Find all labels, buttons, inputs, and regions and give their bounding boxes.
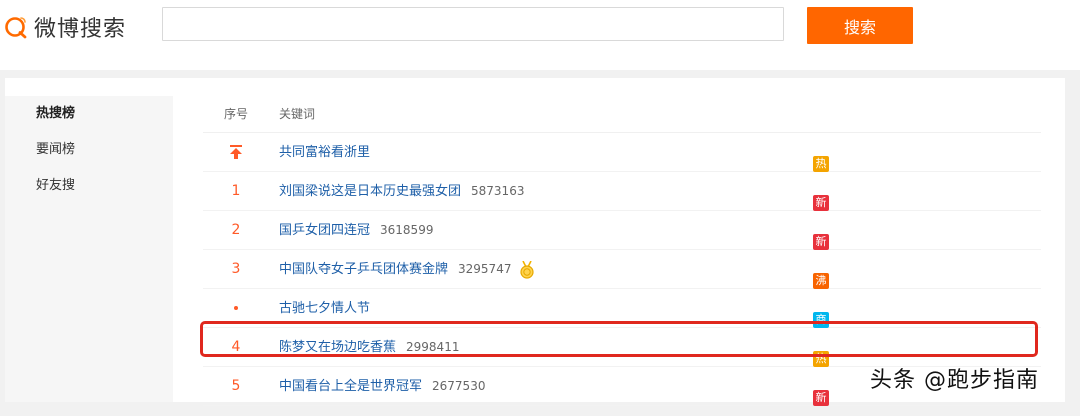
rank-number: 3 [231, 261, 241, 277]
new-badge: 新 [813, 390, 829, 406]
watermark: 头条 @跑步指南 [870, 368, 1039, 393]
search-logo-icon [5, 17, 27, 39]
sidebar: 热搜榜 要闻榜 好友搜 [5, 96, 173, 402]
keyword-link[interactable]: 中国看台上全是世界冠军 [279, 379, 422, 394]
rank-number: 4 [231, 339, 241, 355]
rank-number: 1 [231, 183, 241, 199]
hot-search-table: 序号 关键词 共同富裕看浙里 热 1 刘国梁说这是日本历史最强女团 5873163 [203, 96, 1041, 406]
search-count: 2998411 [406, 340, 460, 354]
search-count: 2677530 [432, 379, 486, 393]
table-row: 2 国乒女团四连冠 3618599 新 [203, 211, 1041, 250]
rank-number: 5 [231, 378, 241, 394]
commercial-badge: 商 [813, 312, 829, 328]
table-row: 共同富裕看浙里 热 [203, 133, 1041, 172]
new-badge: 新 [813, 195, 829, 211]
rank-cell [203, 133, 269, 171]
search-count: 5873163 [471, 184, 525, 198]
header: 微博搜索 搜索 [0, 0, 1080, 70]
table-header: 序号 关键词 [203, 96, 1041, 133]
rank-number: 2 [231, 222, 241, 238]
table-row: 3 中国队夺女子乒乓团体赛金牌 3295747 沸 [203, 250, 1041, 289]
hot-search-panel: 热搜榜 要闻榜 好友搜 序号 关键词 共同富裕看浙里 热 1 刘国梁说这是日本历… [5, 78, 1065, 406]
weibo-search-logo[interactable]: 微博搜索 [4, 10, 126, 44]
tag-cell: 新 [813, 378, 829, 416]
hot-badge: 热 [813, 156, 829, 172]
pin-top-icon [230, 145, 242, 159]
keyword-cell: 古驰七夕情人节 [279, 289, 370, 328]
sidebar-item-news[interactable]: 要闻榜 [5, 132, 173, 168]
logo-text: 微博搜索 [34, 17, 127, 42]
rank-cell [203, 289, 269, 327]
sidebar-item-hot-search[interactable]: 热搜榜 [5, 96, 173, 132]
keyword-link[interactable]: 中国队夺女子乒乓团体赛金牌 [279, 262, 448, 277]
table-row: 古驰七夕情人节 商 [203, 289, 1041, 328]
sidebar-item-friends-search[interactable]: 好友搜 [5, 168, 173, 204]
keyword-link[interactable]: 刘国梁说这是日本历史最强女团 [279, 184, 461, 199]
hot-badge: 热 [813, 351, 829, 367]
keyword-link[interactable]: 陈梦又在场边吃香蕉 [279, 340, 396, 355]
gold-medal-icon [520, 260, 534, 279]
boiling-badge: 沸 [813, 273, 829, 289]
keyword-cell: 国乒女团四连冠 3618599 [279, 211, 433, 250]
keyword-link[interactable]: 古驰七夕情人节 [279, 301, 370, 316]
search-button[interactable]: 搜索 [807, 7, 913, 44]
search-count: 3295747 [458, 262, 512, 276]
keyword-cell: 刘国梁说这是日本历史最强女团 5873163 [279, 172, 524, 211]
search-count: 3618599 [380, 223, 434, 237]
new-badge: 新 [813, 234, 829, 250]
keyword-cell: 中国看台上全是世界冠军 2677530 [279, 367, 485, 406]
column-header-keyword: 关键词 [279, 107, 316, 121]
keyword-cell: 共同富裕看浙里 [279, 133, 370, 172]
column-header-rank: 序号 [223, 107, 248, 121]
table-row: 1 刘国梁说这是日本历史最强女团 5873163 新 [203, 172, 1041, 211]
keyword-cell: 中国队夺女子乒乓团体赛金牌 3295747 [279, 250, 535, 289]
keyword-cell: 陈梦又在场边吃香蕉 2998411 [279, 328, 459, 367]
dot-icon [234, 306, 238, 310]
keyword-link[interactable]: 共同富裕看浙里 [279, 145, 370, 160]
search-input[interactable] [162, 7, 784, 41]
keyword-link[interactable]: 国乒女团四连冠 [279, 223, 370, 238]
